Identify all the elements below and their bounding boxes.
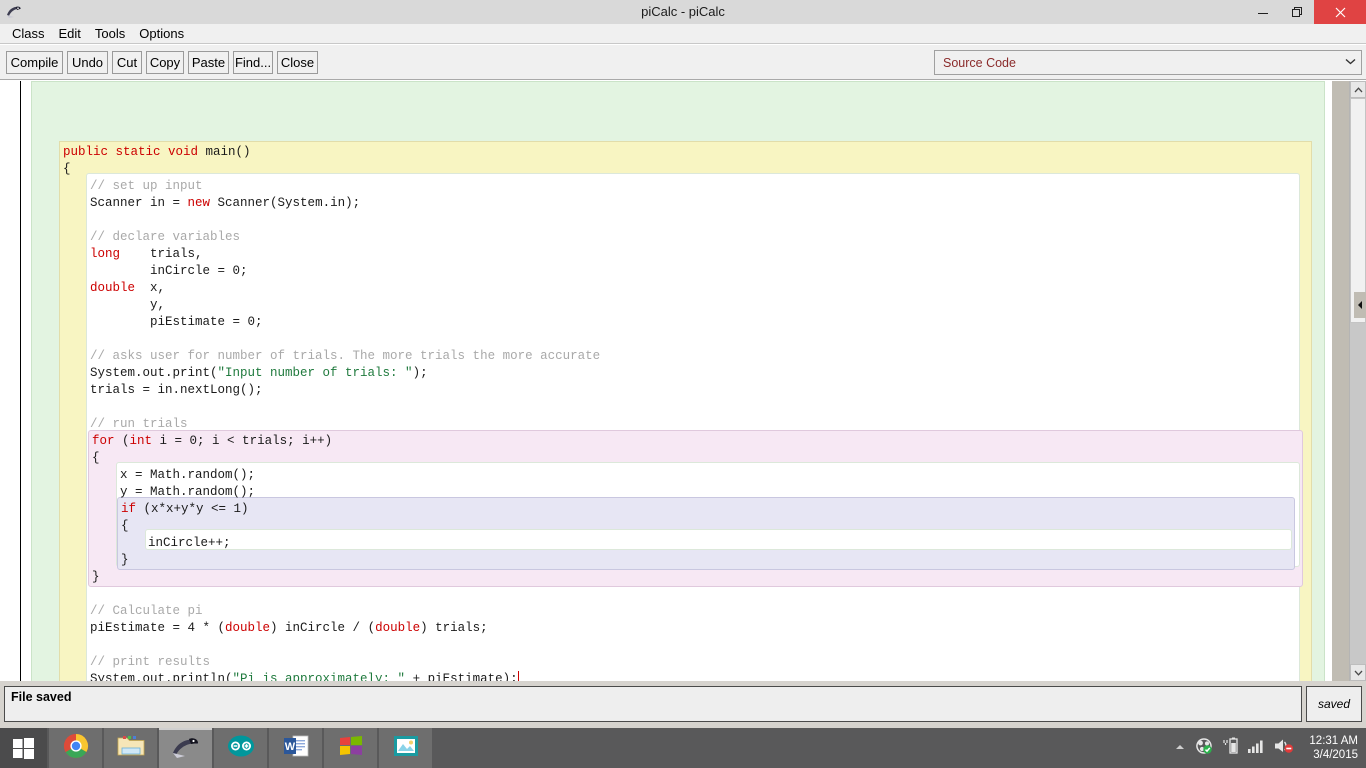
view-select-value: Source Code xyxy=(935,56,1339,70)
code-line: // set up input xyxy=(90,178,203,195)
taskbar-item-word[interactable]: W xyxy=(269,728,322,768)
cut-button[interactable]: Cut xyxy=(112,51,142,74)
code-line: y = Math.random(); xyxy=(120,484,255,501)
editor-right-gutter xyxy=(1332,81,1349,681)
taskbar-item-microsoft-store[interactable] xyxy=(324,728,377,768)
arduino-icon xyxy=(227,735,255,762)
minimize-icon[interactable] xyxy=(1246,0,1280,24)
saved-indicator: saved xyxy=(1306,686,1362,722)
chevron-up-icon[interactable] xyxy=(1350,81,1366,98)
photos-icon xyxy=(393,734,419,763)
code-line: y, xyxy=(90,297,165,314)
copy-button[interactable]: Copy xyxy=(146,51,184,74)
code-line: // asks user for number of trials. The m… xyxy=(90,348,600,365)
code-line: { xyxy=(63,161,71,178)
code-line: for (int i = 0; i < trials; i++) xyxy=(92,433,332,450)
menu-bar: Class Edit Tools Options xyxy=(0,24,1366,44)
scrollbar-thumb[interactable] xyxy=(1350,98,1366,323)
taskbar-item-arduino[interactable] xyxy=(214,728,267,768)
file-explorer-icon xyxy=(117,734,145,763)
window-controls xyxy=(1246,0,1366,24)
taskbar: W xyxy=(0,728,1366,768)
word-icon: W xyxy=(282,734,310,763)
show-hidden-icons-arrow[interactable] xyxy=(1174,739,1186,757)
window-title: piCalc - piCalc xyxy=(0,0,1366,24)
source-code-view[interactable]: public static void main(){// set up inpu… xyxy=(0,81,1332,681)
volume-muted-icon[interactable] xyxy=(1274,737,1294,760)
taskbar-item-bluej[interactable] xyxy=(159,728,212,768)
code-line: System.out.println("Pi is approximately:… xyxy=(90,671,519,681)
code-editor[interactable]: public static void main(){// set up inpu… xyxy=(0,81,1366,681)
code-line: if (x*x+y*y <= 1) xyxy=(121,501,249,518)
status-bar: File saved saved xyxy=(0,681,1366,728)
menu-item-options[interactable]: Options xyxy=(132,25,191,42)
code-line: // declare variables xyxy=(90,229,240,246)
microsoft-store-icon xyxy=(338,734,364,763)
code-line: { xyxy=(121,518,129,535)
scope-method-body xyxy=(86,173,1300,681)
chrome-icon xyxy=(63,733,89,764)
code-line: piEstimate = 4 * (double) inCircle / (do… xyxy=(90,620,488,637)
svg-text:W: W xyxy=(284,741,295,753)
code-line: piEstimate = 0; xyxy=(90,314,263,331)
compile-button[interactable]: Compile xyxy=(6,51,63,74)
title-bar: piCalc - piCalc xyxy=(0,0,1366,25)
chevron-left-icon[interactable] xyxy=(1354,292,1366,318)
code-line: double x, xyxy=(90,280,165,297)
windows-start-icon[interactable] xyxy=(0,728,47,768)
code-line: } xyxy=(121,552,129,569)
text-caret xyxy=(518,671,519,681)
clock-time: 12:31 AM xyxy=(1309,734,1358,748)
status-message: File saved xyxy=(4,686,1302,722)
taskbar-item-file-explorer[interactable] xyxy=(104,728,157,768)
code-line: public static void main() xyxy=(63,144,251,161)
code-line: // print results xyxy=(90,654,210,671)
undo-button[interactable]: Undo xyxy=(67,51,108,74)
network-signal-icon[interactable] xyxy=(1247,738,1265,759)
restore-icon[interactable] xyxy=(1280,0,1314,24)
code-line: inCircle++; xyxy=(148,535,231,552)
menu-item-class[interactable]: Class xyxy=(5,25,52,42)
taskbar-item-chrome[interactable] xyxy=(49,728,102,768)
view-select[interactable]: Source Code xyxy=(934,50,1362,75)
code-line: long trials, xyxy=(90,246,203,263)
code-line: } xyxy=(92,569,100,586)
menu-item-tools[interactable]: Tools xyxy=(88,25,132,42)
bluej-icon xyxy=(171,734,201,765)
code-line: x = Math.random(); xyxy=(120,467,255,484)
find-button[interactable]: Find... xyxy=(233,51,273,74)
chevron-down-icon xyxy=(1339,58,1361,68)
code-line: System.out.print("Input number of trials… xyxy=(90,365,428,382)
code-line: // Calculate pi xyxy=(90,603,203,620)
system-tray: 12:31 AM 3/4/2015 xyxy=(1174,728,1366,768)
code-line: // run trials xyxy=(90,416,188,433)
code-line: inCircle = 0; xyxy=(90,263,248,280)
clock-date: 3/4/2015 xyxy=(1309,748,1358,762)
code-line: Scanner in = new Scanner(System.in); xyxy=(90,195,360,212)
code-line: { xyxy=(92,450,100,467)
action-center-icon[interactable] xyxy=(1195,737,1213,760)
close-button[interactable]: Close xyxy=(277,51,318,74)
code-line: trials = in.nextLong(); xyxy=(90,382,263,399)
bluej-editor-window: piCalc - piCalc Class Edit Tools Options xyxy=(0,0,1366,768)
paste-button[interactable]: Paste xyxy=(188,51,229,74)
close-icon[interactable] xyxy=(1314,0,1366,24)
taskbar-items: W xyxy=(49,728,432,768)
toolbar: Compile Undo Cut Copy Paste Find... Clos… xyxy=(0,45,1366,80)
vertical-scrollbar[interactable] xyxy=(1349,81,1366,681)
scope-if-body xyxy=(145,529,1292,550)
battery-icon[interactable] xyxy=(1222,737,1238,760)
taskbar-item-photos[interactable] xyxy=(379,728,432,768)
taskbar-clock[interactable]: 12:31 AM 3/4/2015 xyxy=(1303,728,1358,768)
chevron-down-icon[interactable] xyxy=(1350,664,1366,681)
menu-item-edit[interactable]: Edit xyxy=(52,25,88,42)
